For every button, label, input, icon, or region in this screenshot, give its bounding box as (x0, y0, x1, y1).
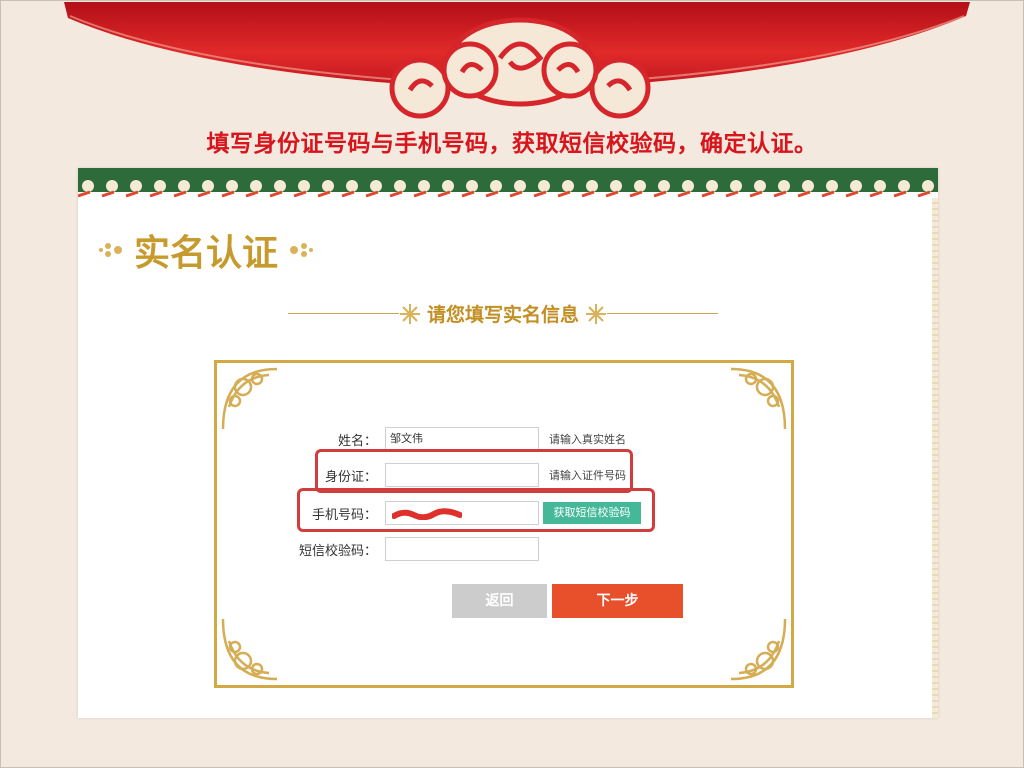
next-button[interactable]: 下一步 (552, 584, 683, 618)
name-hint: 请输入真实姓名 (549, 433, 626, 446)
id-card-input[interactable] (385, 463, 539, 487)
divider-line-right (607, 313, 719, 314)
corner-ornament-icon (221, 367, 278, 430)
snowflake-left-icon (400, 303, 420, 324)
snowflake-right-icon (586, 303, 607, 324)
get-sms-code-button[interactable]: 获取短信校验码 (543, 502, 641, 524)
id-card-hint: 请输入证件号码 (549, 469, 626, 482)
name-label: 姓名： (337, 433, 377, 449)
phone-label: 手机号码： (311, 507, 377, 523)
form-panel: 姓名： 邹文伟 请输入真实姓名 身份证： 请输入证件号码 手机号码： 获取短信校… (214, 360, 794, 688)
corner-ornament-icon (730, 367, 787, 430)
sub-heading: 请您填写实名信息 (288, 300, 719, 327)
phone-row: 手机号码： 获取短信校验码 (217, 501, 641, 525)
ornament-left-icon (99, 243, 122, 257)
card-top-border (78, 168, 938, 200)
corner-ornament-icon (730, 618, 787, 681)
page-title: 实名认证 (134, 232, 279, 274)
card-right-edge (932, 198, 938, 718)
sms-code-row: 短信校验码： (217, 537, 539, 561)
red-banner-decoration (64, 2, 970, 119)
page-heading: 实名认证 (98, 224, 314, 276)
name-input[interactable]: 邹文伟 (385, 427, 539, 451)
verification-card: 实名认证 请您填写实名信息 姓名： 邹文伟 请输入真实姓名 身份证： 请输入证件… (78, 168, 938, 718)
instruction-text: 填写身份证号码与手机号码，获取短信校验码，确定认证。 (206, 131, 818, 157)
redacted-scribble-icon (392, 508, 462, 520)
sms-code-input[interactable] (385, 537, 539, 561)
divider-line-left (288, 313, 399, 314)
sub-title: 请您填写实名信息 (427, 304, 580, 326)
id-card-label: 身份证： (324, 469, 377, 485)
corner-ornament-icon (221, 618, 278, 681)
phone-input[interactable] (385, 501, 539, 525)
ornament-right-icon (290, 243, 314, 257)
back-button[interactable]: 返回 (452, 584, 547, 618)
name-row: 姓名： 邹文伟 请输入真实姓名 (217, 427, 626, 451)
id-card-row: 身份证： 请输入证件号码 (217, 463, 626, 487)
sms-code-label: 短信校验码： (298, 543, 377, 559)
